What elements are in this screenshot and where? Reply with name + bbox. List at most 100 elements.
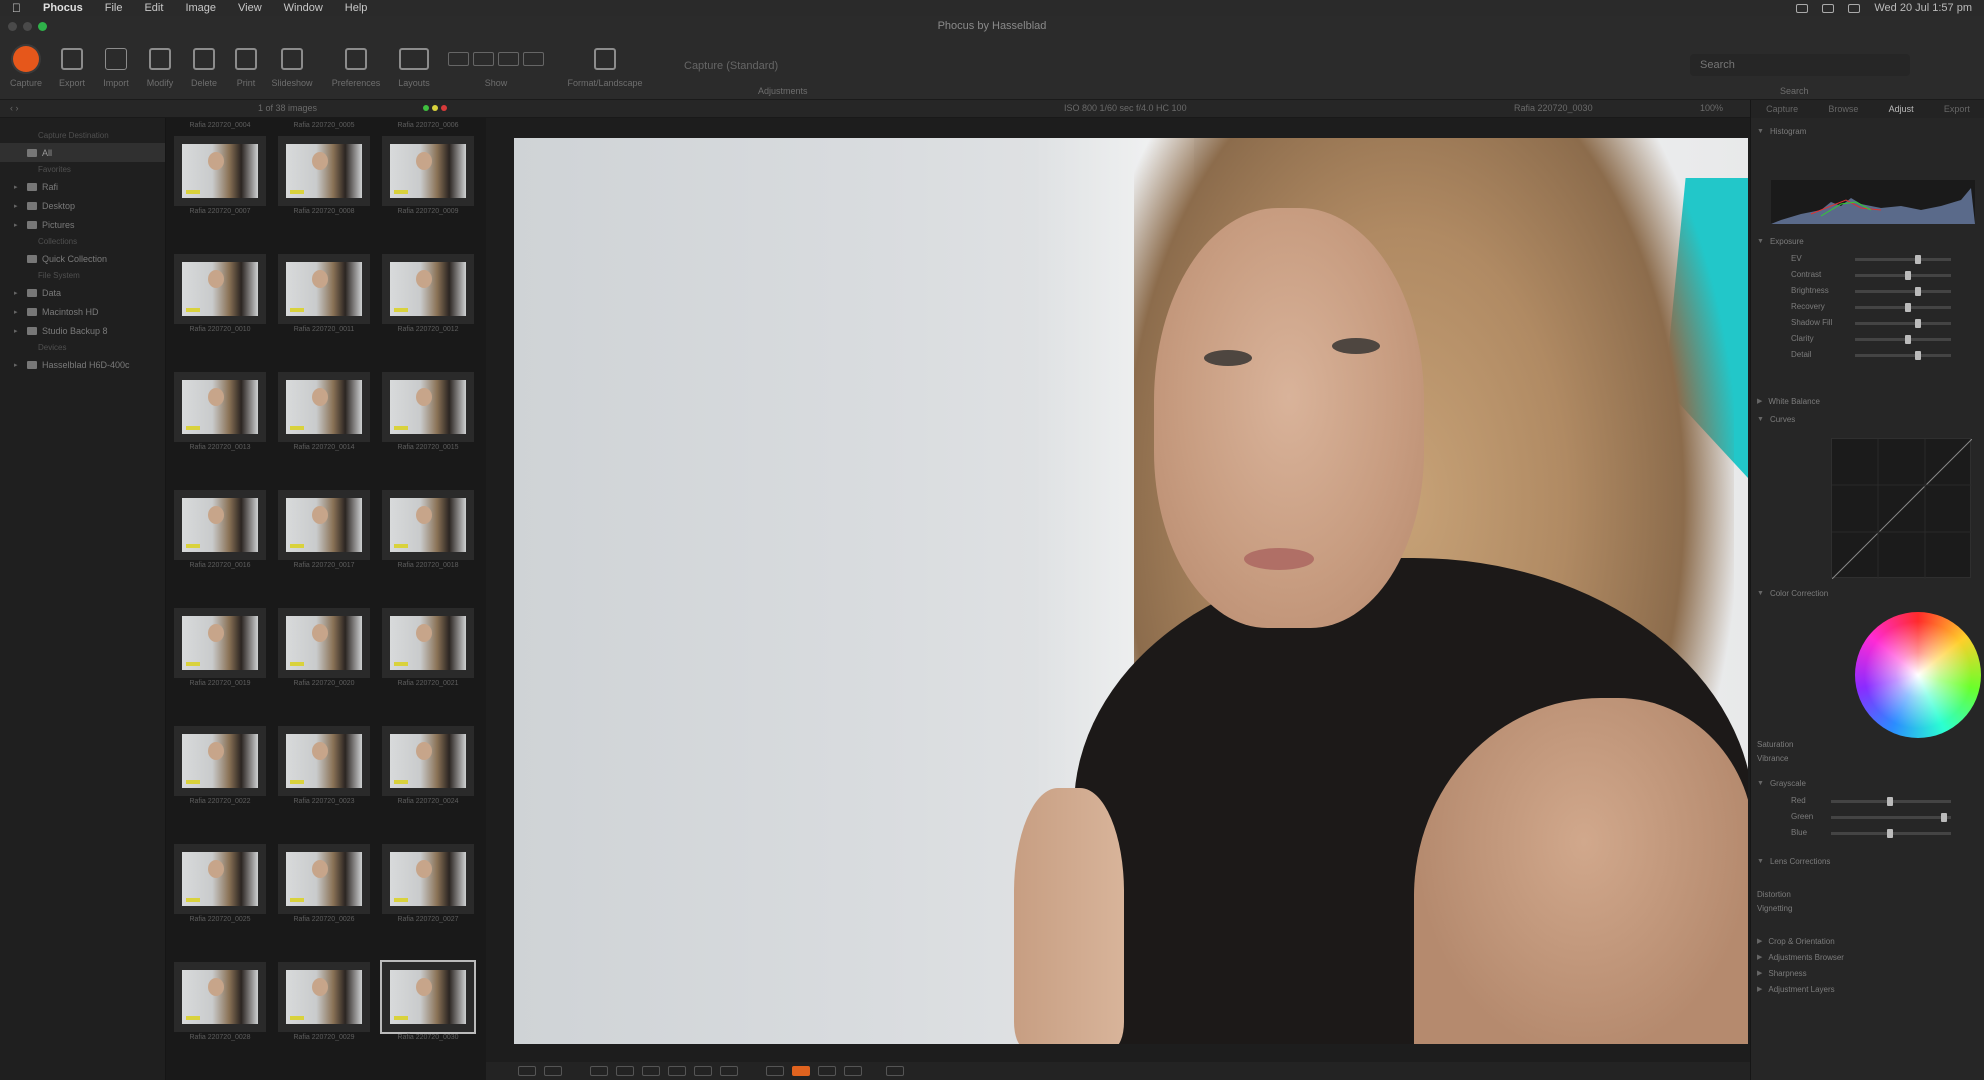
color-wheel[interactable] [1855,612,1981,738]
view-mode-3-icon[interactable] [498,52,519,66]
slideshow-button[interactable]: Slideshow [262,44,322,88]
exposure-section[interactable]: ▼ Exposure [1757,234,1977,248]
slider-knob[interactable] [1905,271,1911,280]
compare-view-icon[interactable] [544,1066,562,1076]
thumbnail[interactable] [382,608,474,678]
format-button[interactable]: Format/Landscape [560,44,650,88]
sidebar-item-macintosh-hd[interactable]: ▸ Macintosh HD [0,302,165,321]
apple-icon[interactable]:  [12,1,21,15]
zoom-level[interactable]: 100% [1700,103,1723,113]
tab-capture[interactable]: Capture [1766,104,1798,114]
menu-window[interactable]: Window [284,2,323,14]
thumbnail[interactable] [174,844,266,914]
search-input[interactable] [1690,54,1910,76]
thumbnail[interactable] [382,962,474,1032]
thumbnail[interactable] [382,372,474,442]
brush-tool-icon[interactable] [720,1066,738,1076]
thumbnail[interactable] [278,608,370,678]
sidebar-item-desktop[interactable]: ▸ Desktop [0,196,165,215]
exposure-slider[interactable] [1855,351,1951,360]
control-center-icon[interactable] [1848,3,1861,13]
select-tool-icon[interactable] [590,1066,608,1076]
clock[interactable]: Wed 20 Jul 1:57 pm [1874,2,1972,14]
single-view-icon[interactable] [518,1066,536,1076]
rating-color-tags[interactable] [420,103,447,113]
exposure-slider[interactable] [1855,319,1951,328]
exposure-slider[interactable] [1855,303,1951,312]
thumbnail[interactable] [278,726,370,796]
picker-tool-icon[interactable] [694,1066,712,1076]
exposure-slider[interactable] [1855,271,1951,280]
menu-image[interactable]: Image [185,2,216,14]
lens-corrections-section[interactable]: ▼ Lens Corrections [1757,854,1977,868]
adjustments-browser-section[interactable]: ▶ Adjustments Browser [1757,950,1977,964]
exposure-slider[interactable] [1855,255,1951,264]
slider-knob[interactable] [1887,829,1893,838]
distortion-row[interactable]: Distortion [1757,890,1977,899]
slider-knob[interactable] [1915,351,1921,360]
sidebar-item-data[interactable]: ▸ Data [0,283,165,302]
sidebar-item-quick-collection[interactable]: Quick Collection [0,249,165,268]
adjustments-style-select[interactable]: Capture (Standard) [660,56,830,78]
tab-export[interactable]: Export [1944,104,1970,114]
grayscale-slider[interactable] [1831,829,1951,838]
curves-section[interactable]: ▼ Curves [1757,412,1977,426]
sharpness-section[interactable]: ▶ Sharpness [1757,966,1977,980]
thumbnail[interactable] [278,136,370,206]
thumbnail[interactable] [174,254,266,324]
pan-tool-icon[interactable] [616,1066,634,1076]
histogram-section[interactable]: ▼ Histogram [1757,124,1977,138]
slider-knob[interactable] [1887,797,1893,806]
preferences-button[interactable]: Preferences [326,44,386,88]
thumbnail[interactable] [278,490,370,560]
tab-adjust[interactable]: Adjust [1889,104,1914,114]
grayscale-slider[interactable] [1831,797,1951,806]
thumbnail[interactable] [174,608,266,678]
crop-tool-icon[interactable] [642,1066,660,1076]
grayscale-slider[interactable] [1831,813,1951,822]
slider-knob[interactable] [1905,335,1911,344]
curves-graph[interactable] [1831,438,1973,580]
thumbnail[interactable] [382,136,474,206]
slider-knob[interactable] [1915,255,1921,264]
sidebar-item-all[interactable]: All [0,143,165,162]
thumbnail[interactable] [278,372,370,442]
tab-browse[interactable]: Browse [1828,104,1858,114]
exposure-slider[interactable] [1855,287,1951,296]
menu-app-name[interactable]: Phocus [43,2,83,14]
image-viewer[interactable] [486,118,1750,1062]
menu-file[interactable]: File [105,2,123,14]
adjustment-layers-section[interactable]: ▶ Adjustment Layers [1757,982,1977,996]
nav-arrows-icon[interactable]: ‹ › [10,103,19,113]
rotate-icon[interactable] [886,1066,904,1076]
menu-help[interactable]: Help [345,2,368,14]
wifi-icon[interactable] [1822,3,1835,13]
sidebar-item-pictures[interactable]: ▸ Pictures [0,215,165,234]
layouts-button[interactable]: Layouts [384,44,444,88]
info-overlay-icon[interactable] [844,1066,862,1076]
slider-knob[interactable] [1941,813,1947,822]
exposure-slider[interactable] [1855,335,1951,344]
thumbnail[interactable] [174,726,266,796]
thumbnail[interactable] [382,254,474,324]
view-mode-4-icon[interactable] [523,52,544,66]
sidebar-item-rafi[interactable]: ▸ Rafi [0,177,165,196]
slider-knob[interactable] [1915,319,1921,328]
vignetting-row[interactable]: Vignetting [1757,904,1977,913]
slider-knob[interactable] [1905,303,1911,312]
thumbnail[interactable] [278,844,370,914]
grid-icon[interactable] [818,1066,836,1076]
grayscale-section[interactable]: ▼ Grayscale [1757,776,1977,790]
thumbnail[interactable] [278,254,370,324]
loupe-icon[interactable] [766,1066,784,1076]
white-balance-section[interactable]: ▶ White Balance [1757,394,1977,408]
view-mode-1-icon[interactable] [448,52,469,66]
sidebar-item-camera[interactable]: ▸ Hasselblad H6D-400c [0,355,165,374]
straighten-tool-icon[interactable] [668,1066,686,1076]
menu-edit[interactable]: Edit [144,2,163,14]
menu-view[interactable]: View [238,2,262,14]
crop-section[interactable]: ▶ Crop & Orientation [1757,934,1977,948]
slider-knob[interactable] [1915,287,1921,296]
show-button-group[interactable]: Show [446,44,546,88]
overlay-toggle-icon[interactable] [792,1066,810,1076]
